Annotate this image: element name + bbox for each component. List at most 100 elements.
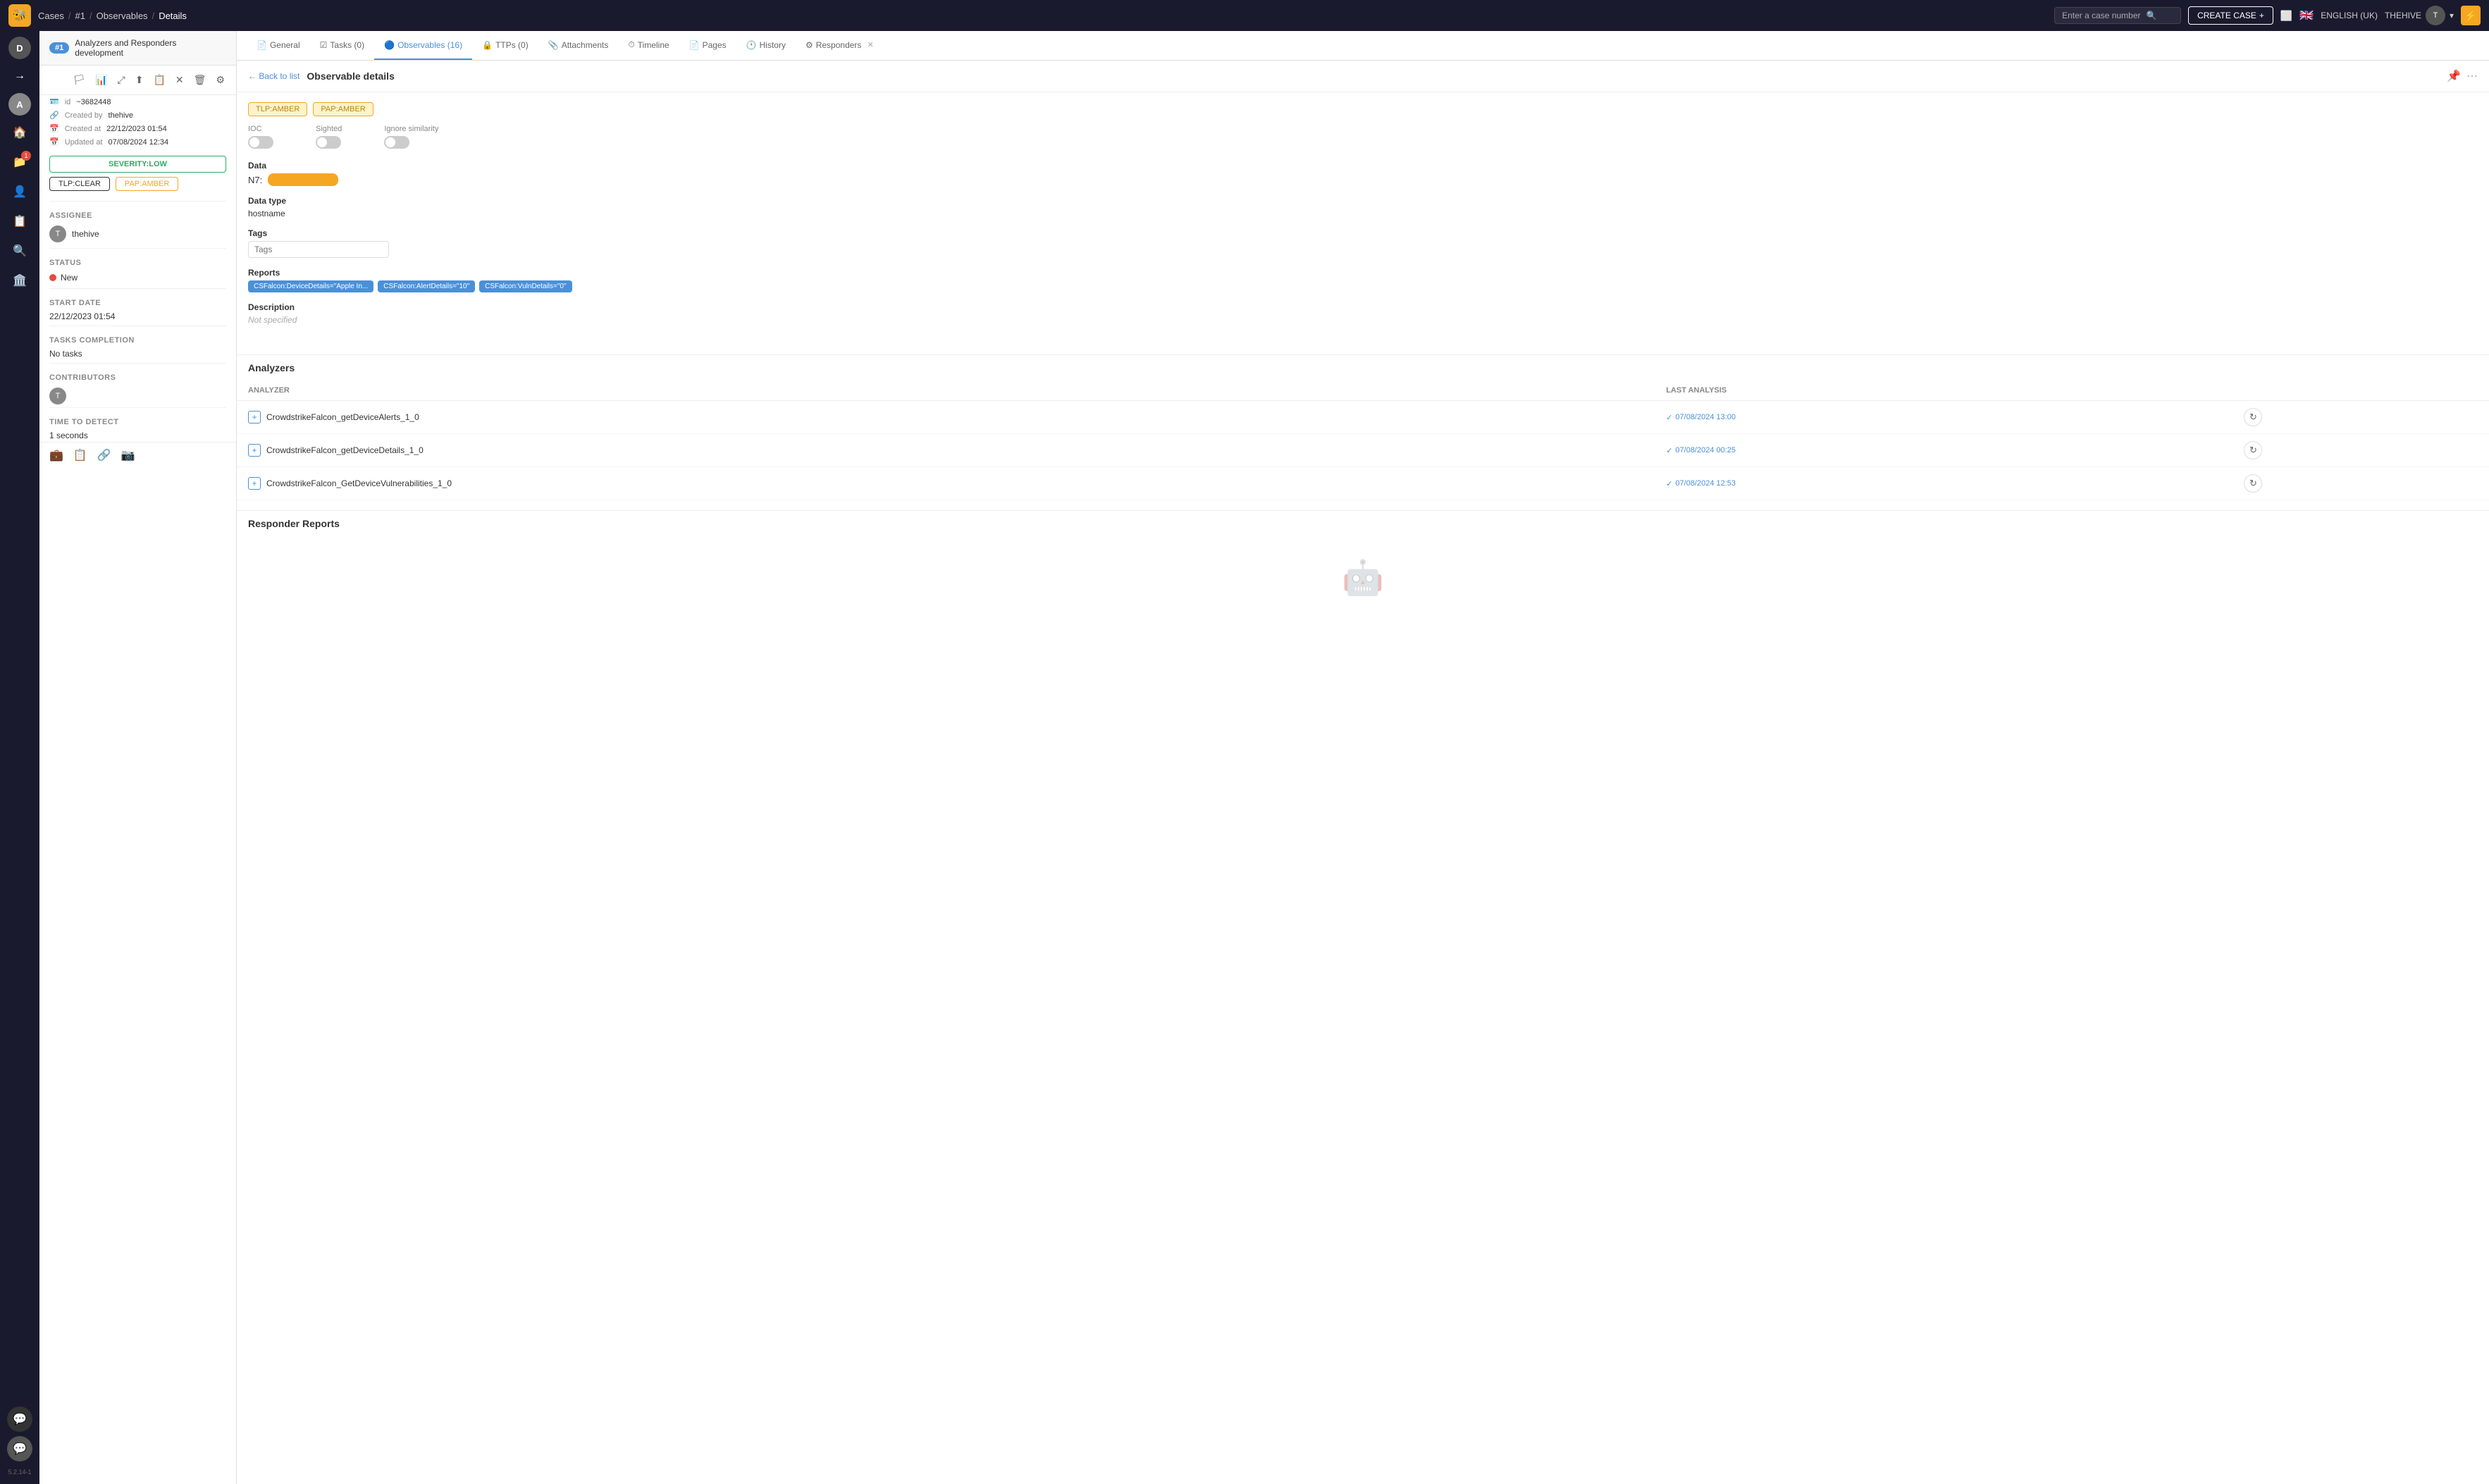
tab-attachments[interactable]: 📎 Attachments — [538, 32, 619, 60]
more-options-button[interactable]: ⋯ — [2466, 69, 2478, 83]
app-logo: 🐝 — [8, 4, 31, 27]
tags-section: Tags — [248, 228, 2478, 258]
detail-header-right: 📌 ⋯ — [2447, 69, 2478, 83]
chat-icon-2[interactable]: 💬 — [7, 1436, 32, 1461]
history-icon: 🕐 — [746, 40, 757, 50]
tab-timeline[interactable]: ⏱ Timeline — [618, 31, 679, 60]
case-search[interactable]: Enter a case number 🔍 — [2054, 7, 2181, 24]
language-selector[interactable]: ENGLISH (UK) — [2321, 11, 2378, 20]
obs-tags-row: TLP:AMBER PAP:AMBER — [248, 102, 2478, 116]
breadcrumb-observables[interactable]: Observables — [97, 11, 148, 21]
detail-area: ← Back to list Observable details 📌 ⋯ TL… — [237, 61, 2489, 1484]
data-label: Data — [248, 161, 2478, 171]
nav-folder-icon[interactable]: 📁 1 — [7, 149, 32, 175]
status-section-label: Status — [39, 252, 236, 270]
responder-reports-section: 🤖 — [237, 536, 2489, 631]
data-prefix: N7: — [248, 175, 262, 185]
tab-general[interactable]: 📄 General — [247, 32, 310, 60]
tab-tasks[interactable]: ☑ Tasks (0) — [310, 32, 374, 60]
sighted-toggle[interactable] — [316, 136, 341, 149]
tags-input[interactable] — [248, 241, 389, 258]
ignore-label: Ignore similarity — [384, 125, 438, 133]
created-by-icon: 🔗 — [49, 111, 59, 120]
id-label: id — [65, 98, 71, 106]
pap-amber-badge[interactable]: PAP:AMBER — [313, 102, 373, 116]
create-case-button[interactable]: CREATE CASE + — [2188, 6, 2273, 25]
upload-button[interactable]: ⬆ — [132, 71, 147, 89]
create-case-icon: + — [2259, 11, 2264, 20]
data-field-section: Data N7: ████████ — [248, 161, 2478, 186]
re-run-button-2[interactable]: ↻ — [2244, 441, 2262, 459]
tlp-amber-badge[interactable]: TLP:AMBER — [248, 102, 307, 116]
analyzer-add-icon-3[interactable]: + — [248, 477, 261, 490]
analysis-date-value-3: 07/08/2024 12:53 — [1675, 479, 1736, 488]
nav-arrow-icon[interactable]: → — [7, 63, 32, 89]
breadcrumb-sep1: / — [68, 11, 71, 21]
user-avatar: T — [2426, 6, 2445, 25]
analyzer-add-icon-1[interactable]: + — [248, 411, 261, 423]
divider-6 — [49, 407, 226, 408]
ioc-toggle[interactable] — [248, 136, 273, 149]
back-to-list-link[interactable]: ← Back to list — [248, 71, 299, 81]
analyzer-add-icon-2[interactable]: + — [248, 444, 261, 457]
monitor-icon[interactable]: ⬜ — [2280, 10, 2292, 22]
tab-ttps[interactable]: 🔒 TTPs (0) — [472, 32, 538, 60]
close-button[interactable]: ✕ — [173, 71, 187, 89]
observables-label: Observables (16) — [397, 40, 462, 50]
top-navigation: 🐝 Cases / #1 / Observables / Details Ent… — [0, 0, 2489, 31]
tab-observables[interactable]: 🔵 Observables (16) — [374, 32, 472, 60]
settings-button[interactable]: ⚙ — [213, 71, 228, 89]
description-label: Description — [248, 302, 2478, 312]
action-col-header — [2232, 381, 2489, 401]
nav-search-icon[interactable]: 🔍 — [7, 238, 32, 264]
delete-button[interactable]: 🗑 — [191, 71, 209, 89]
updated-at-row: 📅 Updated at 07/08/2024 12:34 — [39, 135, 236, 149]
nav-user-icon[interactable]: 👤 — [7, 179, 32, 204]
history-label: History — [760, 40, 786, 50]
responders-tab-close[interactable]: ✕ — [867, 40, 873, 49]
link-tool-button[interactable]: 🔗 — [97, 448, 111, 462]
re-run-button-1[interactable]: ↻ — [2244, 408, 2262, 426]
report-badge-1[interactable]: CSFalcon:DeviceDetails="Apple In... — [248, 280, 373, 292]
nav-home-icon[interactable]: 🏠 — [7, 120, 32, 145]
ioc-sighted-row: IOC Sighted Ignore similarity — [248, 125, 2478, 151]
responders-label: Responders — [816, 40, 862, 50]
tab-pages[interactable]: 📄 Pages — [679, 32, 736, 60]
divider-5 — [49, 363, 226, 364]
pin-button[interactable]: 📌 — [2447, 69, 2461, 83]
breadcrumb-cases[interactable]: Cases — [38, 11, 64, 21]
nav-tasks-icon[interactable]: 📋 — [7, 209, 32, 234]
flag-button[interactable]: 🏳 — [70, 71, 88, 89]
created-at-label: Created at — [65, 125, 101, 133]
check-icon-2: ✓ — [1666, 446, 1672, 455]
username-label: THEHIVE — [2385, 11, 2421, 20]
user-menu[interactable]: THEHIVE T ▾ — [2385, 6, 2454, 25]
expand-button[interactable]: ⤢ — [115, 71, 128, 89]
main-content: 📄 General ☑ Tasks (0) 🔵 Observables (16)… — [237, 31, 2489, 1484]
timeline-label: Timeline — [638, 40, 669, 50]
tasks-value: No tasks — [39, 347, 236, 360]
suitcase-tool-button[interactable]: 💼 — [49, 448, 63, 462]
pap-amber-button[interactable]: PAP:AMBER — [116, 177, 178, 191]
breadcrumb-case-num[interactable]: #1 — [75, 11, 85, 21]
camera-tool-button[interactable]: 📷 — [121, 448, 135, 462]
tab-responders[interactable]: ⚙ Responders ✕ — [796, 32, 884, 60]
chart-button[interactable]: 📊 — [92, 71, 110, 89]
nav-bank-icon[interactable]: 🏛️ — [7, 268, 32, 293]
re-run-button-3[interactable]: ↻ — [2244, 474, 2262, 493]
analysis-date-3: ✓ 07/08/2024 12:53 — [1666, 479, 2221, 488]
analyzer-name-2: + CrowdstrikeFalcon_getDeviceDetails_1_0 — [248, 444, 1643, 457]
tlp-clear-button[interactable]: TLP:CLEAR — [49, 177, 110, 191]
ignore-toggle[interactable] — [384, 136, 409, 149]
list-tool-button[interactable]: 📋 — [73, 448, 87, 462]
lightning-button[interactable]: ⚡ — [2461, 6, 2481, 25]
report-badge-2[interactable]: CSFalcon:AlertDetails="10" — [378, 280, 475, 292]
copy-button[interactable]: 📋 — [150, 71, 168, 89]
tab-history[interactable]: 🕐 History — [736, 32, 796, 60]
search-icon: 🔍 — [2147, 11, 2157, 20]
severity-button[interactable]: SEVERITY:LOW — [49, 156, 226, 173]
tabs-bar: 📄 General ☑ Tasks (0) 🔵 Observables (16)… — [237, 31, 2489, 61]
report-badge-3[interactable]: CSFalcon:VulnDetails="0" — [479, 280, 572, 292]
chat-icon-1[interactable]: 💬 — [7, 1406, 32, 1432]
analyzers-section-header: Analyzers — [237, 355, 2489, 381]
